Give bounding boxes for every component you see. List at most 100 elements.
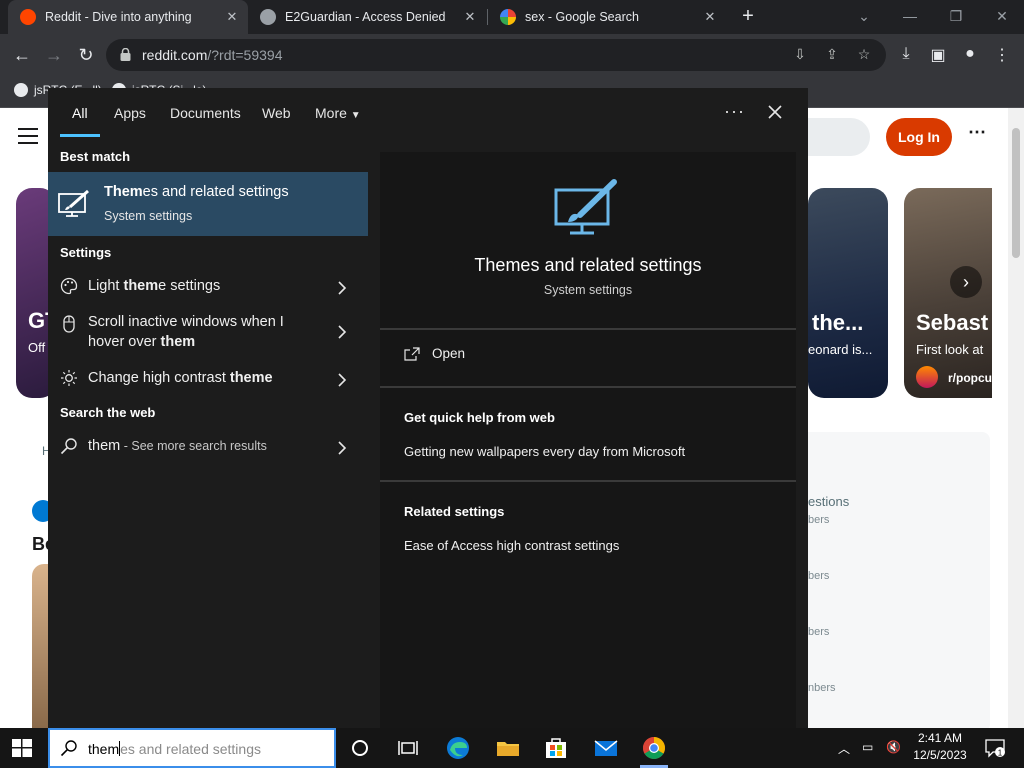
desktop: Reddit - Dive into anything ✕ E2Guardian… <box>0 0 1024 768</box>
profile-avatar-icon[interactable]: ● <box>960 45 980 65</box>
google-favicon-icon <box>500 9 516 25</box>
reddit-more-icon[interactable]: ⋯ <box>968 122 986 143</box>
web-suffix: - See more search results <box>120 439 267 453</box>
search-filter-tabs: All Apps Documents Web More ▼ ··· <box>48 88 808 138</box>
match-highlight: theme <box>229 370 273 386</box>
label-text: Change high contrast <box>88 370 230 386</box>
divider <box>380 328 796 330</box>
related-settings-link[interactable]: Ease of Access high contrast settings <box>404 538 619 553</box>
close-icon[interactable] <box>764 101 786 123</box>
more-options-icon[interactable]: ··· <box>724 101 745 122</box>
side-panel-icon[interactable]: ▣ <box>928 45 948 65</box>
tab-e2guardian[interactable]: E2Guardian - Access Denied ✕ <box>248 0 486 34</box>
search-query: themes and related settings <box>88 741 261 757</box>
quick-help-link[interactable]: Getting new wallpapers every day from Mi… <box>404 444 685 459</box>
preview-subtitle: System settings <box>543 283 633 297</box>
post-thumbnail[interactable] <box>32 564 48 728</box>
tab-search-icon[interactable]: ⌄ <box>850 4 878 28</box>
tab-more[interactable]: More ▼ <box>315 105 361 121</box>
card-title: Sebast <box>916 310 989 335</box>
globe-icon <box>260 9 276 25</box>
chrome-icon[interactable] <box>640 734 668 762</box>
edge-browser-icon[interactable] <box>444 734 472 762</box>
tab-reddit[interactable]: Reddit - Dive into anything ✕ <box>8 0 248 34</box>
file-explorer-icon[interactable] <box>494 734 522 762</box>
network-icon[interactable]: ▭ <box>862 740 873 754</box>
open-action[interactable]: Open <box>404 346 465 361</box>
best-match-result[interactable]: Themes and related settings System setti… <box>48 172 368 236</box>
volume-muted-icon[interactable]: 🔇 <box>886 740 901 754</box>
tab-documents[interactable]: Documents <box>170 105 241 121</box>
back-button[interactable]: ← <box>10 43 34 67</box>
settings-heading: Settings <box>60 245 112 260</box>
tab-title: sex - Google Search <box>525 10 639 24</box>
tab-web[interactable]: Web <box>262 105 291 121</box>
preview-pane: Themes and related settings System setti… <box>380 152 796 728</box>
new-tab-button[interactable]: + <box>737 6 759 28</box>
address-bar[interactable]: reddit.com/?rdt=59394 ⇩ ⇪ ☆ <box>106 39 886 71</box>
scrollbar-thumb[interactable] <box>1012 128 1020 258</box>
result-light-theme-settings[interactable]: Light theme settings <box>48 274 368 302</box>
tab-all[interactable]: All <box>72 105 88 121</box>
notification-count: 1 <box>998 748 1003 757</box>
minimize-button[interactable]: — <box>896 4 924 28</box>
reload-button[interactable]: ↻ <box>74 43 98 67</box>
themes-brush-icon <box>58 189 89 217</box>
panel-member-count: nbers <box>808 682 836 694</box>
trending-card[interactable]: the... eonard is... <box>808 188 888 398</box>
card-title: the... <box>812 310 864 335</box>
restore-button[interactable]: ❐ <box>942 4 970 28</box>
windows-taskbar: themes and related settings ︿ ▭ 🔇 2:41 A… <box>0 728 1024 768</box>
bookmark-star-icon[interactable]: ☆ <box>854 46 874 64</box>
divider <box>380 480 796 482</box>
community-avatar <box>916 366 938 388</box>
palette-icon <box>60 277 78 295</box>
result-web-search[interactable]: them - See more search results <box>48 434 368 462</box>
chevron-right-icon[interactable] <box>336 441 348 455</box>
active-tab-indicator <box>60 134 100 137</box>
show-hidden-icons-chevron-up-icon[interactable]: ︿ <box>838 740 850 757</box>
chevron-right-icon[interactable] <box>336 281 348 295</box>
chevron-right-icon[interactable] <box>336 325 348 339</box>
themes-brush-icon <box>554 179 617 235</box>
microsoft-store-icon[interactable] <box>542 734 570 762</box>
taskbar-clock[interactable]: 2:41 AM 12/5/2023 <box>908 731 972 762</box>
label-text: e settings <box>158 278 221 294</box>
mail-icon[interactable] <box>592 734 620 762</box>
result-change-high-contrast[interactable]: Change high contrast theme <box>48 366 368 394</box>
share-icon[interactable]: ⇪ <box>822 46 842 64</box>
page-scrollbar[interactable] <box>1008 108 1024 728</box>
close-icon[interactable]: ✕ <box>460 9 480 25</box>
task-view-icon[interactable] <box>394 734 422 762</box>
windows-start-icon[interactable] <box>12 739 32 757</box>
trending-card[interactable]: Sebast First look at r/popcu <box>904 188 992 398</box>
tab-title: Reddit - Dive into anything <box>45 10 192 24</box>
url-text[interactable]: reddit.com/?rdt=59394 <box>142 47 282 63</box>
tab-google[interactable]: sex - Google Search ✕ <box>488 0 726 34</box>
result-scroll-inactive-windows[interactable]: Scroll inactive windows when I hover ove… <box>48 312 368 356</box>
downloads-icon[interactable]: ⤓ <box>896 45 916 65</box>
panel-member-count: bers <box>808 570 830 582</box>
cortana-icon[interactable] <box>346 734 374 762</box>
install-app-icon[interactable]: ⇩ <box>790 46 810 64</box>
carousel-next-button[interactable]: › <box>950 266 982 298</box>
url-host: reddit.com <box>142 47 208 63</box>
best-match-heading: Best match <box>60 149 131 164</box>
close-icon[interactable]: ✕ <box>222 9 242 25</box>
tab-apps[interactable]: Apps <box>114 105 146 121</box>
web-query: them <box>88 438 121 454</box>
caret-down-icon: ▼ <box>350 110 361 121</box>
taskbar-search-input[interactable]: themes and related settings <box>48 728 336 768</box>
result-label: Scroll inactive windows when I hover ove… <box>88 312 318 352</box>
close-icon[interactable]: ✕ <box>700 9 720 25</box>
chevron-right-icon[interactable] <box>336 373 348 387</box>
hamburger-menu-icon[interactable] <box>18 128 38 149</box>
search-icon <box>60 740 77 757</box>
login-button[interactable]: Log In <box>886 118 952 156</box>
forward-button[interactable]: → <box>42 43 66 67</box>
url-path: /?rdt=59394 <box>207 47 283 63</box>
close-window-button[interactable]: ✕ <box>988 4 1016 28</box>
chrome-menu-icon[interactable]: ⋮ <box>992 45 1012 65</box>
community-name: r/popcu <box>948 371 992 385</box>
notification-center-icon[interactable]: 1 <box>984 737 1006 759</box>
